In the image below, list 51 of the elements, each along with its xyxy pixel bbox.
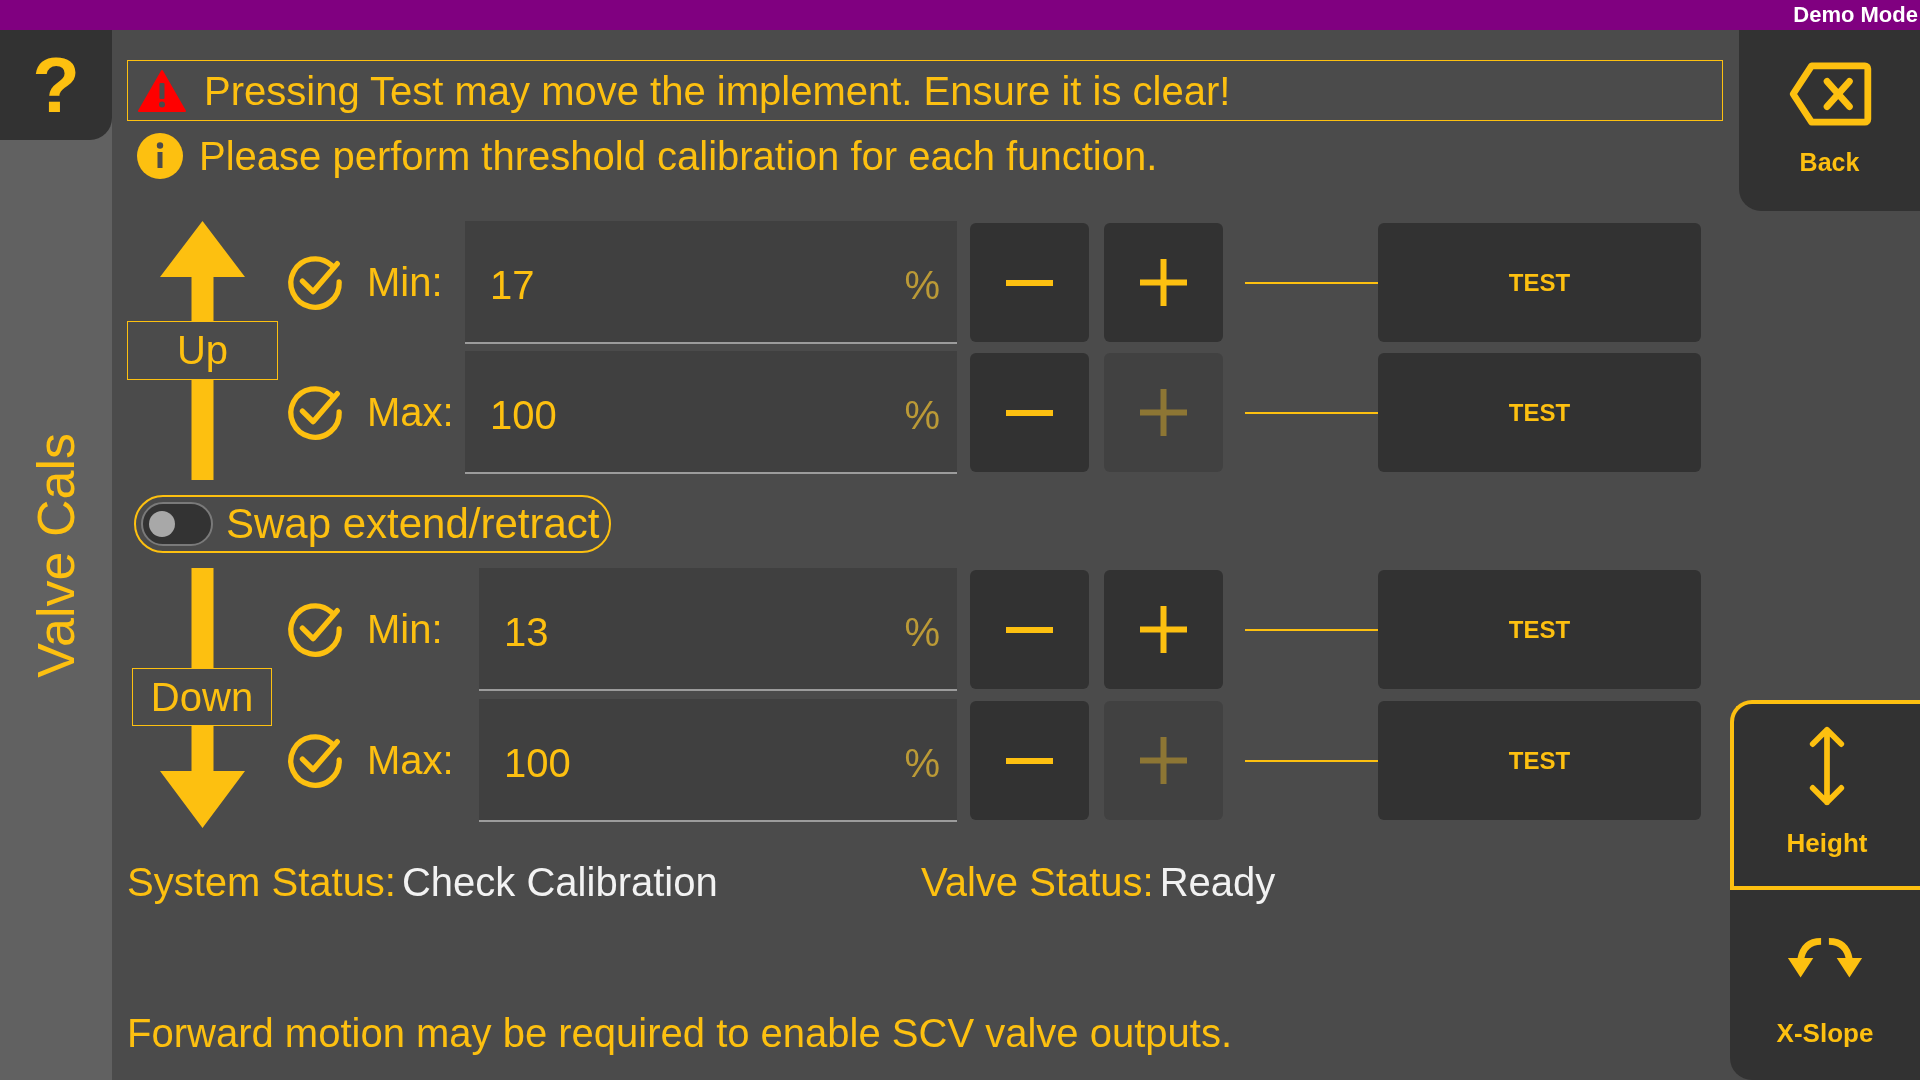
info-text: Please perform threshold calibration for each function. <box>199 133 1158 180</box>
swap-toggle[interactable]: Swap extend/retract <box>134 495 611 553</box>
increase-button[interactable] <box>1104 223 1223 342</box>
direction-label: Down <box>132 668 272 726</box>
status-value: Check Calibration <box>402 859 718 905</box>
decrease-button[interactable] <box>970 353 1089 472</box>
minus-icon <box>1006 409 1053 416</box>
warning-icon <box>137 68 187 113</box>
threshold-label: Min: <box>367 260 444 305</box>
status-label: System Status: <box>127 859 396 905</box>
threshold-label: Max: <box>367 738 455 783</box>
test-button[interactable]: TEST <box>1378 223 1701 342</box>
plus-icon <box>1140 737 1187 784</box>
plus-icon <box>1140 606 1187 653</box>
status-label: Valve Status: <box>921 859 1154 905</box>
test-button[interactable]: TEST <box>1378 353 1701 472</box>
decrease-button[interactable] <box>970 223 1089 342</box>
toggle-switch[interactable] <box>141 502 213 546</box>
increase-button[interactable] <box>1104 570 1223 689</box>
direction-label: Up <box>127 321 278 380</box>
unit-label: % <box>904 393 940 438</box>
footer-note: Forward motion may be required to enable SCV valve outputs. <box>127 1010 1233 1057</box>
plus-icon <box>1140 259 1187 306</box>
percent-field[interactable]: 100 % <box>479 699 957 822</box>
page-title: Valve Cals <box>30 432 82 678</box>
backspace-icon <box>1787 62 1872 126</box>
warning-text: Pressing Test may move the implement. Ensure it is clear! <box>204 67 1231 115</box>
info-icon <box>137 133 183 179</box>
plus-icon <box>1140 389 1187 436</box>
decrease-button[interactable] <box>970 701 1089 820</box>
unit-label: % <box>904 263 940 308</box>
unit-label: % <box>904 741 940 786</box>
percent-field[interactable]: 100 % <box>465 351 957 474</box>
unit-label: % <box>904 610 940 655</box>
threshold-label: Min: <box>367 607 444 652</box>
percent-field[interactable]: 17 % <box>465 221 957 344</box>
nav-tab[interactable]: Height <box>1730 700 1920 890</box>
help-button[interactable]: ? <box>0 30 112 140</box>
percent-field[interactable]: 13 % <box>479 568 957 691</box>
minus-icon <box>1006 757 1053 764</box>
threshold-label: Max: <box>367 390 455 435</box>
back-button[interactable]: Back <box>1739 30 1920 211</box>
decrease-button[interactable] <box>970 570 1089 689</box>
nav-tab[interactable]: X-Slope <box>1730 890 1920 1080</box>
status-value: Ready <box>1159 859 1276 905</box>
vertical-arrows-icon <box>1807 725 1847 807</box>
test-button[interactable]: TEST <box>1378 570 1701 689</box>
minus-icon <box>1006 279 1053 286</box>
test-button[interactable]: TEST <box>1378 701 1701 820</box>
mode-label: Demo Mode <box>1793 2 1919 28</box>
minus-icon <box>1006 626 1053 633</box>
